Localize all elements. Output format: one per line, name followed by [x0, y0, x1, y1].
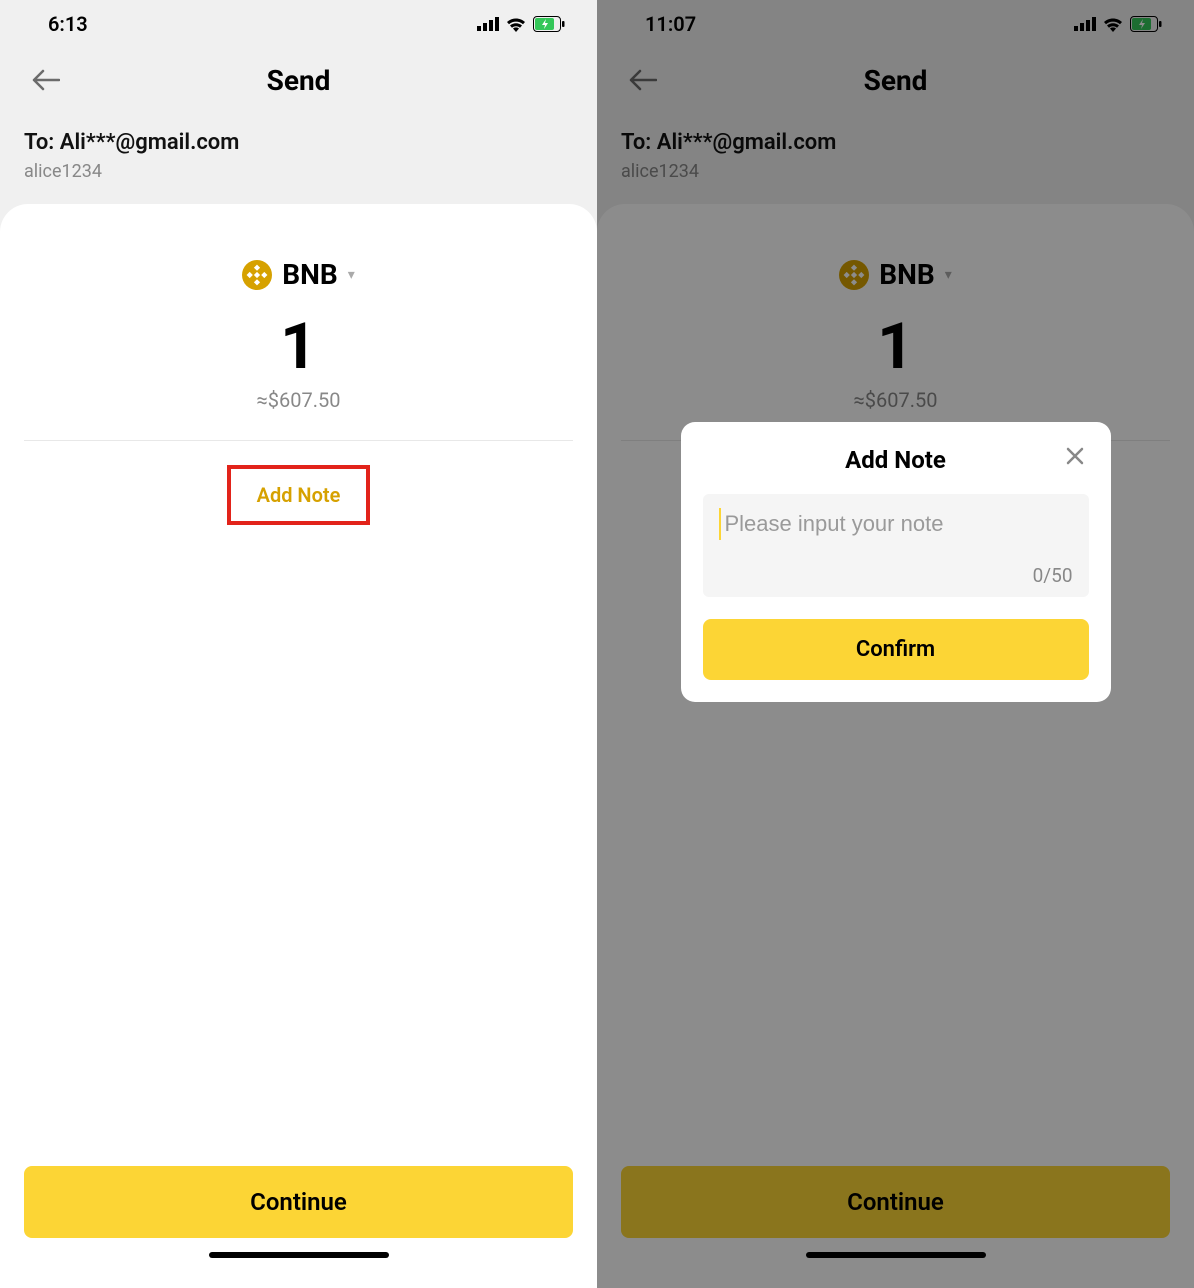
continue-button[interactable]: Continue — [24, 1166, 573, 1238]
status-indicators — [477, 16, 565, 32]
close-icon — [1066, 447, 1084, 465]
token-symbol: BNB — [282, 258, 338, 291]
chevron-down-icon: ▾ — [348, 267, 355, 283]
modal-title: Add Note — [703, 446, 1089, 474]
cellular-signal-icon — [477, 17, 499, 31]
back-button[interactable] — [24, 58, 68, 102]
status-time: 6:13 — [48, 12, 88, 36]
recipient-username: alice1234 — [24, 161, 573, 182]
divider — [24, 440, 573, 441]
page-title: Send — [267, 64, 331, 97]
recipient-email: To: Ali***@gmail.com — [24, 130, 573, 155]
header: Send — [0, 48, 597, 112]
screen-add-note-modal: 11:07 Send To: Ali***@gmail.com alice123… — [597, 0, 1194, 1288]
modal-header: Add Note — [703, 446, 1089, 474]
modal-close-button[interactable] — [1061, 442, 1089, 470]
note-input-container: 0/50 — [703, 494, 1089, 597]
recipient-block: To: Ali***@gmail.com alice1234 — [0, 112, 597, 196]
wifi-icon — [505, 16, 527, 32]
footer: Continue — [0, 1166, 597, 1288]
add-note-modal: Add Note 0/50 Confirm — [681, 422, 1111, 702]
bnb-token-icon — [242, 260, 272, 290]
add-note-button[interactable]: Add Note — [227, 465, 371, 525]
confirm-button[interactable]: Confirm — [703, 619, 1089, 680]
token-selector[interactable]: BNB ▾ — [0, 204, 597, 291]
add-note-row: Add Note — [0, 465, 597, 525]
send-card: BNB ▾ 1 ≈$607.50 Add Note Continue — [0, 204, 597, 1288]
amount-input[interactable]: 1 — [0, 309, 597, 384]
battery-charging-icon — [533, 16, 565, 32]
char-counter: 0/50 — [719, 564, 1073, 587]
home-indicator[interactable] — [209, 1252, 389, 1258]
screen-send: 6:13 Send To: Ali***@gmail.com alice1234 — [0, 0, 597, 1288]
fiat-equivalent: ≈$607.50 — [0, 388, 597, 412]
arrow-left-icon — [32, 69, 60, 91]
status-bar: 6:13 — [0, 0, 597, 48]
note-input[interactable] — [719, 508, 1073, 540]
